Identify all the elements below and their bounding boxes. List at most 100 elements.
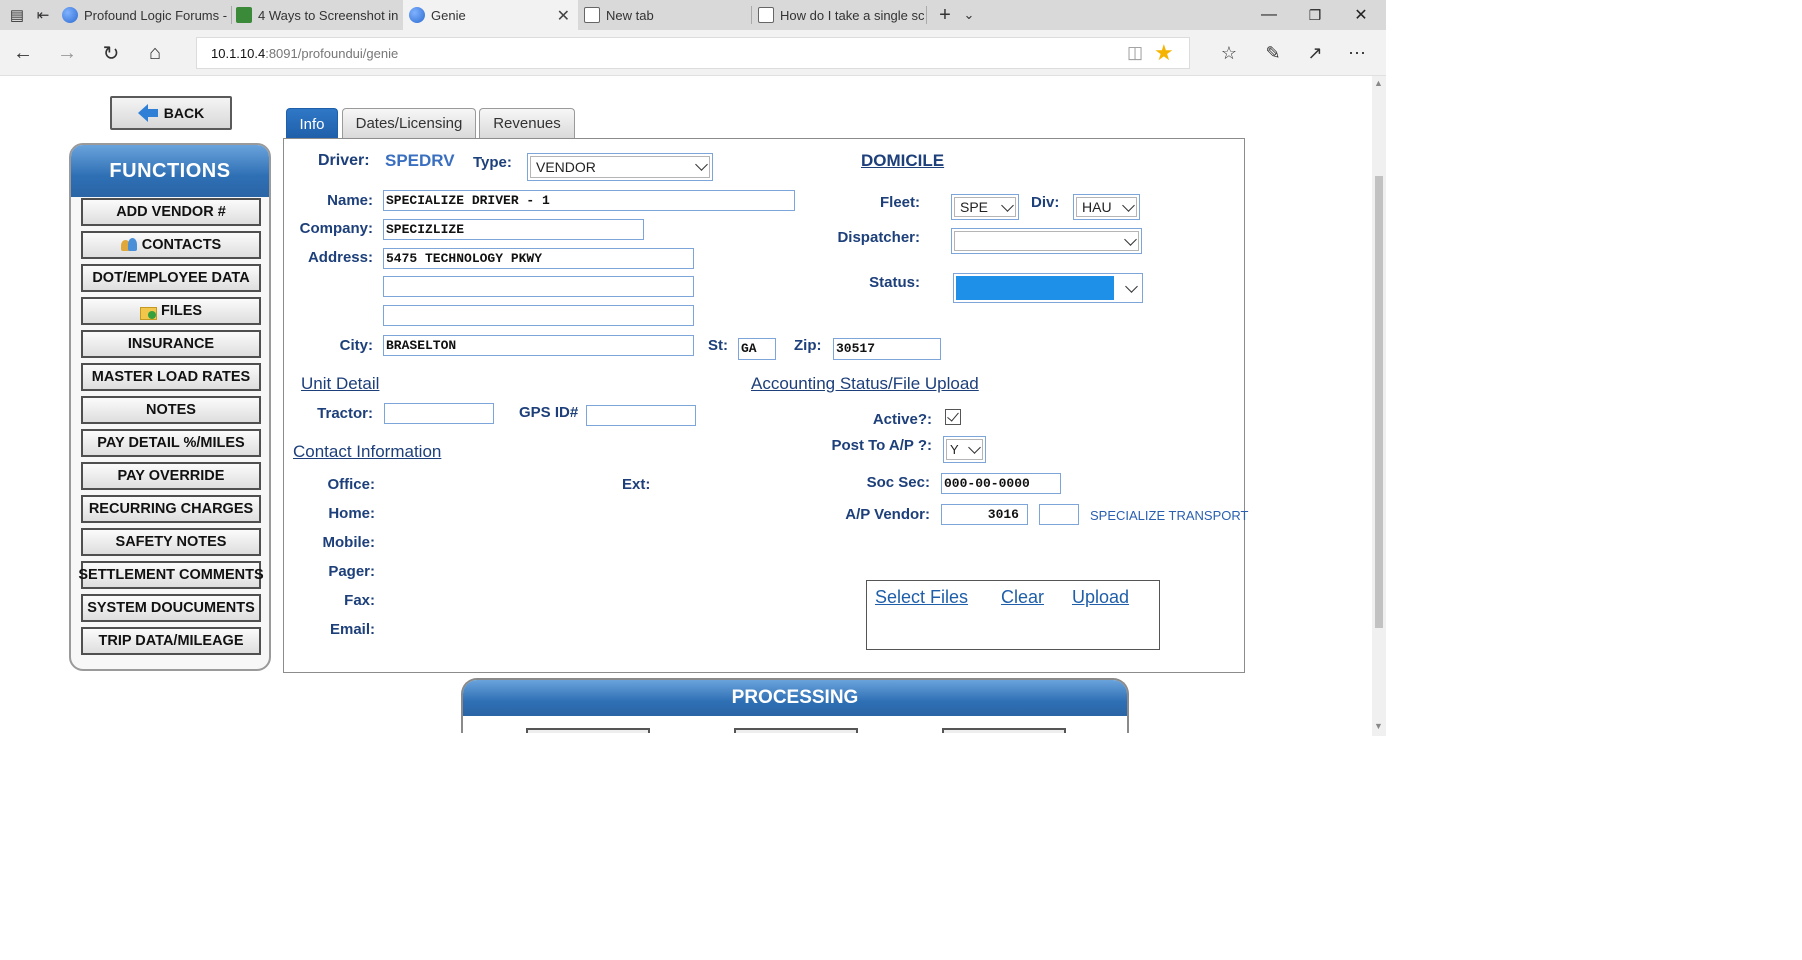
- tab-title: How do I take a single scree: [780, 7, 924, 23]
- ap-vendor-label: A/P Vendor:: [845, 506, 930, 523]
- home-icon[interactable]: ⌂: [140, 38, 170, 68]
- address-line1-field[interactable]: 5475 TECHNOLOGY PKWY: [383, 248, 694, 269]
- function-insurance-button[interactable]: INSURANCE: [81, 330, 261, 358]
- tab-separator: [231, 6, 232, 24]
- close-tab-icon[interactable]: ✕: [557, 6, 570, 26]
- clear-link[interactable]: Clear: [1001, 587, 1044, 608]
- function-files-button[interactable]: FILES: [81, 297, 261, 325]
- active-checkbox[interactable]: [945, 409, 961, 425]
- function-pay-detail-button[interactable]: PAY DETAIL %/MILES: [81, 429, 261, 457]
- tractor-field[interactable]: [384, 403, 494, 424]
- scroll-down-icon[interactable]: ▼: [1374, 721, 1383, 731]
- address-bar[interactable]: 10.1.10.4:8091/profoundui/genie: [196, 37, 1190, 69]
- name-label: Name:: [327, 192, 373, 209]
- function-label: INSURANCE: [127, 336, 215, 352]
- post-ap-select[interactable]: Y: [943, 436, 986, 463]
- scroll-up-icon[interactable]: ▲: [1374, 78, 1383, 88]
- fleet-select[interactable]: SPE: [951, 194, 1019, 220]
- function-notes-button[interactable]: NOTES: [81, 396, 261, 424]
- tab-revenues[interactable]: Revenues: [479, 108, 575, 138]
- zip-field[interactable]: 30517: [833, 338, 941, 360]
- gps-id-label: GPS ID#: [519, 404, 579, 421]
- back-arrow-icon: [137, 104, 158, 122]
- gps-id-field[interactable]: [586, 405, 696, 426]
- back-arrow-icon[interactable]: ←: [8, 38, 38, 68]
- email-label: Email:: [329, 621, 375, 638]
- processing-button[interactable]: [734, 728, 858, 733]
- restore-icon[interactable]: ❐: [1292, 0, 1338, 30]
- functions-panel: FUNCTIONS ADD VENDOR # CONTACTS DOT/EMPL…: [69, 143, 271, 671]
- type-select[interactable]: VENDOR: [527, 153, 713, 181]
- state-label: St:: [708, 337, 728, 354]
- folder-icon: [139, 304, 157, 320]
- function-trip-data-button[interactable]: TRIP DATA/MILEAGE: [81, 627, 261, 655]
- function-label: SETTLEMENT COMMENTS: [78, 567, 264, 583]
- function-system-documents-button[interactable]: SYSTEM DOUCUMENTS: [81, 594, 261, 622]
- state-field[interactable]: GA: [738, 338, 776, 360]
- company-field[interactable]: SPECIZLIZE: [383, 219, 644, 240]
- browser-tab-how-do-i[interactable]: How do I take a single scree: [758, 0, 924, 30]
- city-field[interactable]: BRASELTON: [383, 335, 694, 356]
- minimize-icon[interactable]: —: [1246, 0, 1292, 30]
- scrollbar-thumb[interactable]: [1375, 176, 1383, 628]
- back-button[interactable]: BACK: [110, 96, 232, 130]
- address-line3-field[interactable]: [383, 305, 694, 326]
- function-recurring-charges-button[interactable]: RECURRING CHARGES: [81, 495, 261, 523]
- function-safety-notes-button[interactable]: SAFETY NOTES: [81, 528, 261, 556]
- share-icon[interactable]: ↗: [1300, 38, 1330, 68]
- function-settlement-comments-button[interactable]: SETTLEMENT COMMENTS: [78, 561, 264, 589]
- name-field[interactable]: SPECIALIZE DRIVER - 1: [383, 190, 795, 211]
- select-files-link[interactable]: Select Files: [875, 587, 968, 608]
- file-upload-box: Select Files Clear Upload: [866, 580, 1160, 650]
- office-label: Office:: [327, 476, 375, 493]
- tab-separator: [751, 6, 752, 24]
- zip-label: Zip:: [794, 337, 822, 354]
- dispatcher-select[interactable]: [951, 228, 1142, 254]
- function-label: PAY DETAIL %/MILES: [97, 435, 245, 451]
- processing-button[interactable]: [526, 728, 650, 733]
- accounting-status-heading: Accounting Status/File Upload: [751, 374, 979, 393]
- function-contacts-button[interactable]: CONTACTS: [81, 231, 261, 259]
- reading-view-icon[interactable]: ◫: [1120, 38, 1150, 68]
- status-label: Status:: [869, 274, 920, 291]
- close-window-icon[interactable]: ✕: [1338, 0, 1384, 30]
- processing-button[interactable]: [942, 728, 1066, 733]
- function-dot-employee-button[interactable]: DOT/EMPLOYEE DATA: [81, 264, 261, 292]
- tab-separator: [926, 6, 927, 24]
- web-note-icon[interactable]: ✎: [1258, 38, 1288, 68]
- ap-vendor-field[interactable]: 3016: [941, 504, 1028, 525]
- browser-tab-genie[interactable]: Genie ✕: [403, 0, 578, 30]
- page-scrollbar[interactable]: ▲ ▼: [1372, 76, 1386, 736]
- refresh-icon[interactable]: ↻: [96, 38, 126, 68]
- more-menu-icon[interactable]: ⋯: [1342, 38, 1372, 68]
- ap-vendor-secondary-field[interactable]: [1039, 504, 1079, 525]
- favorite-star-icon[interactable]: ★: [1154, 40, 1174, 66]
- browser-tab-profound-forums[interactable]: Profound Logic Forums - Pc: [62, 0, 230, 30]
- function-master-load-rates-button[interactable]: MASTER LOAD RATES: [81, 363, 261, 391]
- driver-value: SPEDRV: [385, 151, 455, 170]
- new-tab-page-icon: [584, 7, 600, 23]
- favorites-hub-icon[interactable]: ☆: [1214, 38, 1244, 68]
- active-label: Active?:: [872, 411, 932, 428]
- function-add-vendor-button[interactable]: ADD VENDOR #: [81, 198, 261, 226]
- tab-info[interactable]: Info: [286, 108, 338, 139]
- fax-label: Fax:: [344, 592, 375, 609]
- soc-sec-field[interactable]: 000-00-0000: [941, 473, 1061, 494]
- function-label: RECURRING CHARGES: [88, 501, 254, 517]
- functions-header: FUNCTIONS: [71, 145, 269, 197]
- address-line2-field[interactable]: [383, 276, 694, 297]
- tab-dates-licensing[interactable]: Dates/Licensing: [342, 108, 476, 138]
- tab-preview-chevron-icon[interactable]: ⌄: [954, 0, 984, 30]
- div-label: Div:: [1031, 194, 1060, 211]
- set-aside-tabs-icon[interactable]: ⇤: [28, 0, 58, 30]
- status-select[interactable]: [953, 273, 1143, 303]
- div-select[interactable]: HAU: [1073, 194, 1140, 220]
- browser-tab-new[interactable]: New tab: [584, 0, 752, 30]
- address-label: Address:: [307, 249, 373, 266]
- browser-tab-screenshot[interactable]: 4 Ways to Screenshot in Wi: [236, 0, 402, 30]
- upload-link[interactable]: Upload: [1072, 587, 1129, 608]
- function-label: NOTES: [146, 402, 196, 418]
- ap-vendor-name: SPECIALIZE TRANSPORT: [1090, 508, 1249, 523]
- forward-arrow-icon[interactable]: →: [52, 38, 82, 68]
- function-pay-override-button[interactable]: PAY OVERRIDE: [81, 462, 261, 490]
